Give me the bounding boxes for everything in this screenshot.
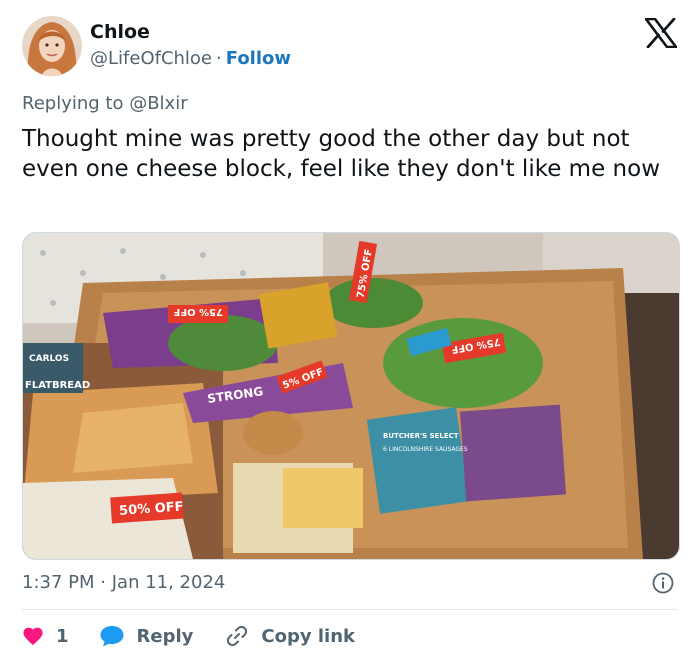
- reply-button[interactable]: Reply: [99, 624, 194, 648]
- reply-context: Replying to @Blxir: [22, 92, 188, 116]
- tweet-time: 1:37 PM: [22, 572, 95, 593]
- tweet-timestamp[interactable]: 1:37 PM · Jan 11, 2024: [22, 571, 225, 595]
- like-button[interactable]: 1: [22, 626, 69, 647]
- label-flatbread: FLATBREAD: [25, 380, 90, 391]
- x-logo-icon[interactable]: [644, 17, 678, 49]
- author-handle-row: @LifeOfChloe · Follow: [90, 47, 291, 71]
- tweet-card: Chloe @LifeOfChloe · Follow Replying to @B…: [0, 0, 700, 663]
- follow-button[interactable]: Follow: [226, 48, 291, 69]
- tweet-date: Jan 11, 2024: [111, 572, 226, 593]
- reply-label: Reply: [136, 625, 194, 647]
- sticker-75-off-a: 75% OFF: [173, 306, 223, 317]
- label-brand-carlos: CARLOS: [29, 354, 69, 364]
- avatar-image: [22, 16, 82, 76]
- timestamp-separator: ·: [100, 572, 106, 593]
- action-bar: 1 Reply Copy link: [22, 622, 355, 650]
- author-handle[interactable]: @LifeOfChloe: [90, 48, 212, 69]
- like-count: 1: [56, 625, 69, 647]
- avatar[interactable]: [22, 16, 82, 76]
- label-butchers: BUTCHER'S SELECT: [383, 432, 459, 440]
- label-sausages: 6 LINCOLNSHIRE SAUSAGES: [383, 446, 468, 453]
- divider: [22, 609, 678, 610]
- reply-context-prefix: Replying to: [22, 93, 130, 114]
- reply-context-handle[interactable]: @Blxir: [129, 93, 187, 114]
- reply-icon: [100, 626, 124, 647]
- info-icon[interactable]: [652, 572, 674, 594]
- author-name[interactable]: Chloe: [90, 20, 150, 44]
- copy-link-label: Copy link: [261, 625, 355, 647]
- tweet-photo[interactable]: CARLOS FLATBREAD STRONG BUTCHER'S SELECT…: [22, 232, 680, 560]
- tweet-text: Thought mine was pretty good the other d…: [22, 126, 661, 182]
- copy-link-button[interactable]: Copy link: [225, 624, 355, 648]
- link-icon: [227, 625, 248, 647]
- handle-separator: ·: [216, 48, 222, 69]
- heart-icon: [23, 627, 43, 646]
